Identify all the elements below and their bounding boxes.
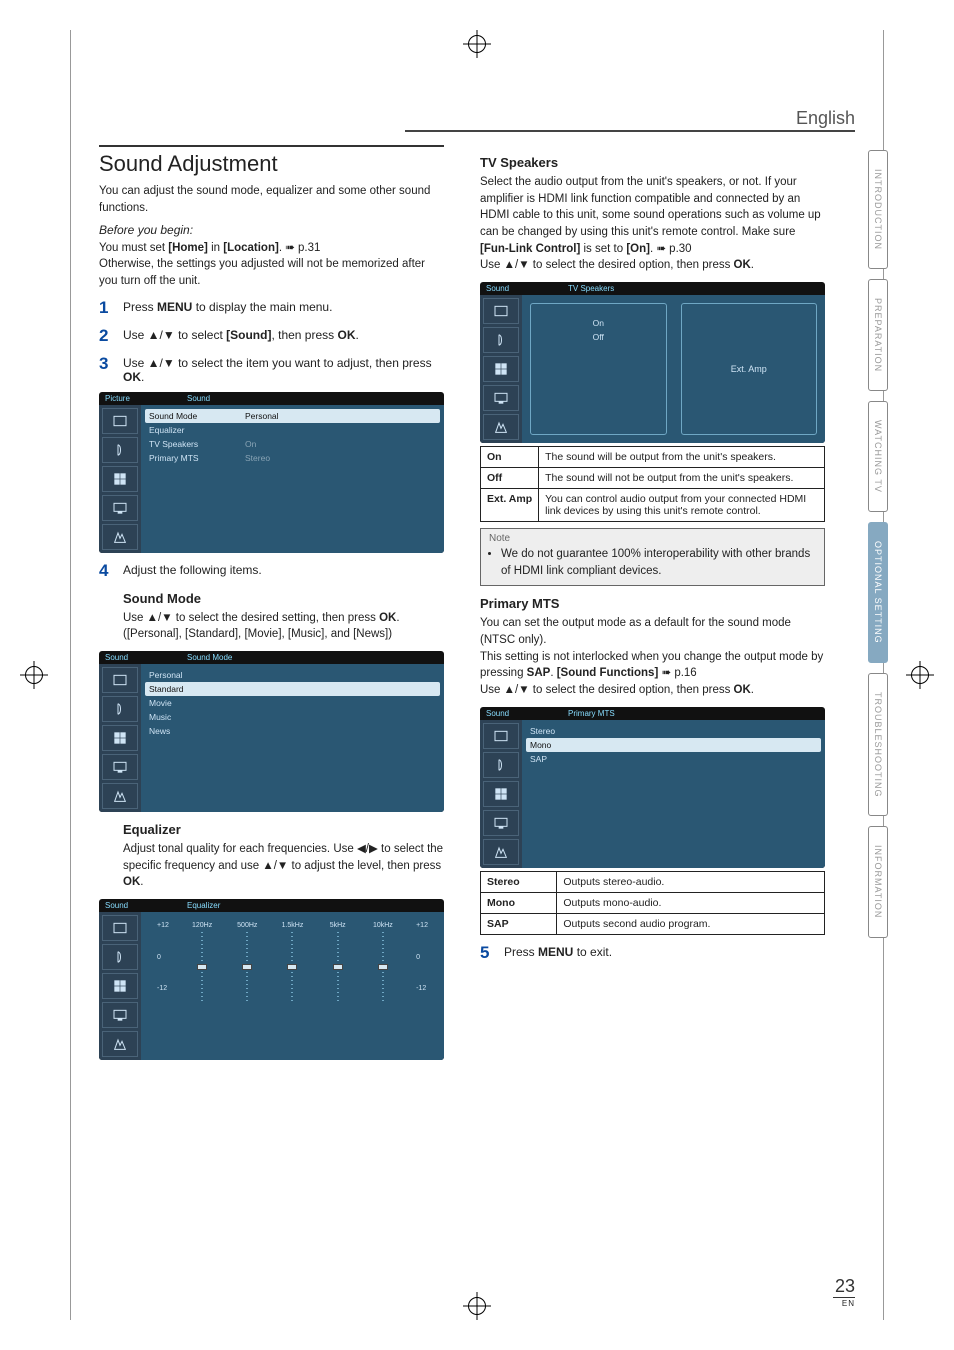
install-icon bbox=[483, 414, 519, 440]
right-column: TV Speakers Select the audio output from… bbox=[480, 145, 855, 1260]
picture-icon bbox=[102, 667, 138, 693]
registration-mark-icon bbox=[25, 666, 43, 684]
page-number: 23 EN bbox=[833, 1276, 855, 1308]
features-icon bbox=[102, 973, 138, 999]
step-number: 3 bbox=[99, 354, 113, 384]
setup-icon bbox=[483, 385, 519, 411]
picture-icon bbox=[102, 915, 138, 941]
tv-speakers-p: Select the audio output from the unit's … bbox=[480, 174, 825, 257]
primary-mts-table: StereoOutputs stereo-audio. MonoOutputs … bbox=[480, 871, 825, 935]
step-4: 4 Adjust the following items. bbox=[99, 561, 444, 581]
equalizer-heading: Equalizer bbox=[123, 822, 444, 837]
ui-screenshot-sound-menu: PictureSound Sound ModePersonal Equalize… bbox=[99, 392, 444, 553]
note-box: Note We do not guarantee 100% interopera… bbox=[480, 528, 825, 586]
ui-sidebar bbox=[99, 664, 141, 812]
sound-icon bbox=[483, 752, 519, 778]
features-icon bbox=[483, 356, 519, 382]
before-line-1: You must set [Home] in [Location]. ➠ p.3… bbox=[99, 240, 444, 257]
picture-icon bbox=[483, 723, 519, 749]
ui-screenshot-sound-mode: SoundSound Mode Personal Standard Movie … bbox=[99, 651, 444, 812]
tab-troubleshooting: TROUBLESHOOTING bbox=[868, 673, 888, 817]
tab-optional-setting: OPTIONAL SETTING bbox=[868, 522, 888, 663]
setup-icon bbox=[483, 810, 519, 836]
step-3: 3 Use ▲/▼ to select the item you want to… bbox=[99, 354, 444, 384]
primary-mts-p2: This setting is not interlocked when you… bbox=[480, 649, 825, 682]
install-icon bbox=[102, 783, 138, 809]
install-icon bbox=[102, 1031, 138, 1057]
ui-sidebar bbox=[99, 405, 141, 553]
setup-icon bbox=[102, 495, 138, 521]
picture-icon bbox=[483, 298, 519, 324]
ui-screenshot-tv-speakers: SoundTV Speakers On Off bbox=[480, 282, 825, 443]
ui-screenshot-equalizer: SoundEqualizer +120-12 120Hz 500Hz bbox=[99, 899, 444, 1060]
sound-icon bbox=[102, 437, 138, 463]
ui-sidebar bbox=[480, 720, 522, 868]
sound-icon bbox=[102, 944, 138, 970]
section-tabs: INTRODUCTION PREPARATION WATCHING TV OPT… bbox=[868, 150, 888, 938]
before-line-2: Otherwise, the settings you adjusted wil… bbox=[99, 256, 444, 289]
tab-watching-tv: WATCHING TV bbox=[868, 401, 888, 512]
header-rule bbox=[405, 130, 855, 132]
equalizer-p: Adjust tonal quality for each frequencie… bbox=[123, 841, 444, 891]
tv-speakers-use: Use ▲/▼ to select the desired option, th… bbox=[480, 257, 825, 274]
sound-icon bbox=[483, 327, 519, 353]
tab-introduction: INTRODUCTION bbox=[868, 150, 888, 269]
features-icon bbox=[483, 781, 519, 807]
content: Sound Adjustment You can adjust the soun… bbox=[99, 145, 855, 1260]
page-title: Sound Adjustment bbox=[99, 145, 444, 177]
setup-icon bbox=[102, 1002, 138, 1028]
before-heading: Before you begin: bbox=[99, 222, 444, 239]
left-column: Sound Adjustment You can adjust the soun… bbox=[99, 145, 444, 1260]
primary-mts-p1: You can set the output mode as a default… bbox=[480, 615, 825, 648]
sound-mode-p: Use ▲/▼ to select the desired setting, t… bbox=[123, 610, 444, 627]
tv-speakers-table: OnThe sound will be output from the unit… bbox=[480, 446, 825, 522]
page: English INTRODUCTION PREPARATION WATCHIN… bbox=[70, 30, 884, 1320]
step-2: 2 Use ▲/▼ to select [Sound], then press … bbox=[99, 326, 444, 346]
features-icon bbox=[102, 725, 138, 751]
sound-icon bbox=[102, 696, 138, 722]
ui-sidebar bbox=[480, 295, 522, 443]
step-number: 5 bbox=[480, 943, 494, 963]
step-5: 5 Press MENU to exit. bbox=[480, 943, 825, 963]
primary-mts-heading: Primary MTS bbox=[480, 596, 825, 611]
intro-text: You can adjust the sound mode, equalizer… bbox=[99, 183, 444, 216]
step-1: 1 Press MENU to display the main menu. bbox=[99, 298, 444, 318]
setup-icon bbox=[102, 754, 138, 780]
step-number: 2 bbox=[99, 326, 113, 346]
install-icon bbox=[102, 524, 138, 550]
sound-mode-opts: ([Personal], [Standard], [Movie], [Music… bbox=[123, 626, 444, 643]
language-header: English bbox=[796, 108, 855, 129]
tab-information: INFORMATION bbox=[868, 826, 888, 937]
step-number: 4 bbox=[99, 561, 113, 581]
primary-mts-use: Use ▲/▼ to select the desired option, th… bbox=[480, 682, 825, 699]
tv-speakers-heading: TV Speakers bbox=[480, 155, 825, 170]
registration-mark-icon bbox=[911, 666, 929, 684]
sound-mode-heading: Sound Mode bbox=[123, 591, 444, 606]
picture-icon bbox=[102, 408, 138, 434]
ui-sidebar bbox=[99, 912, 141, 1060]
install-icon bbox=[483, 839, 519, 865]
tab-preparation: PREPARATION bbox=[868, 279, 888, 391]
step-number: 1 bbox=[99, 298, 113, 318]
features-icon bbox=[102, 466, 138, 492]
ui-screenshot-primary-mts: SoundPrimary MTS Stereo Mono SAP bbox=[480, 707, 825, 868]
